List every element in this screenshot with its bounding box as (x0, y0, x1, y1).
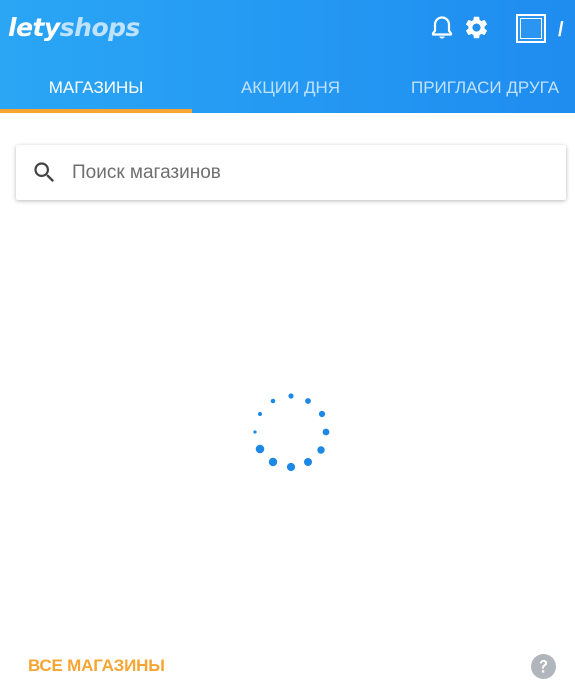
spinner-dot (304, 458, 312, 466)
letyshops-logo[interactable]: letyshops (8, 12, 140, 44)
spinner-dot (270, 398, 276, 404)
spinner-dot (317, 446, 325, 454)
bell-icon[interactable] (430, 15, 454, 41)
spinner-dot (255, 444, 265, 454)
search-input[interactable] (72, 145, 552, 200)
spinner-dot (258, 412, 262, 416)
loading-spinner (250, 390, 332, 472)
spinner-dot (318, 410, 326, 418)
tab-bar: Магазины Акции дня Пригласи друга (0, 62, 575, 113)
spinner-dot (253, 430, 257, 434)
gear-icon[interactable] (463, 14, 490, 41)
tab-invite-friend[interactable]: Пригласи друга (389, 62, 575, 113)
spinner-dot (322, 428, 330, 436)
spinner-dot (286, 462, 296, 472)
search-icon (31, 159, 58, 186)
logo-text-part2: shops (59, 13, 141, 42)
spinner-dot (305, 398, 311, 404)
tab-deals-of-day[interactable]: Акции дня (192, 62, 389, 113)
spinner-dot (288, 393, 294, 399)
logo-text-part1: lety (8, 13, 60, 42)
active-tab-indicator (0, 109, 192, 113)
avatar-icon[interactable] (516, 14, 546, 43)
app-header: letyshops / Магазины Акции дня Пригласи … (0, 0, 575, 113)
search-box[interactable] (16, 145, 566, 200)
avatar-frame (520, 18, 542, 39)
spinner-dot (268, 457, 278, 467)
all-shops-link[interactable]: Все магазины (28, 655, 165, 677)
user-balance-text: / (558, 19, 564, 41)
help-icon[interactable] (531, 654, 556, 679)
tab-shops[interactable]: Магазины (0, 62, 192, 113)
